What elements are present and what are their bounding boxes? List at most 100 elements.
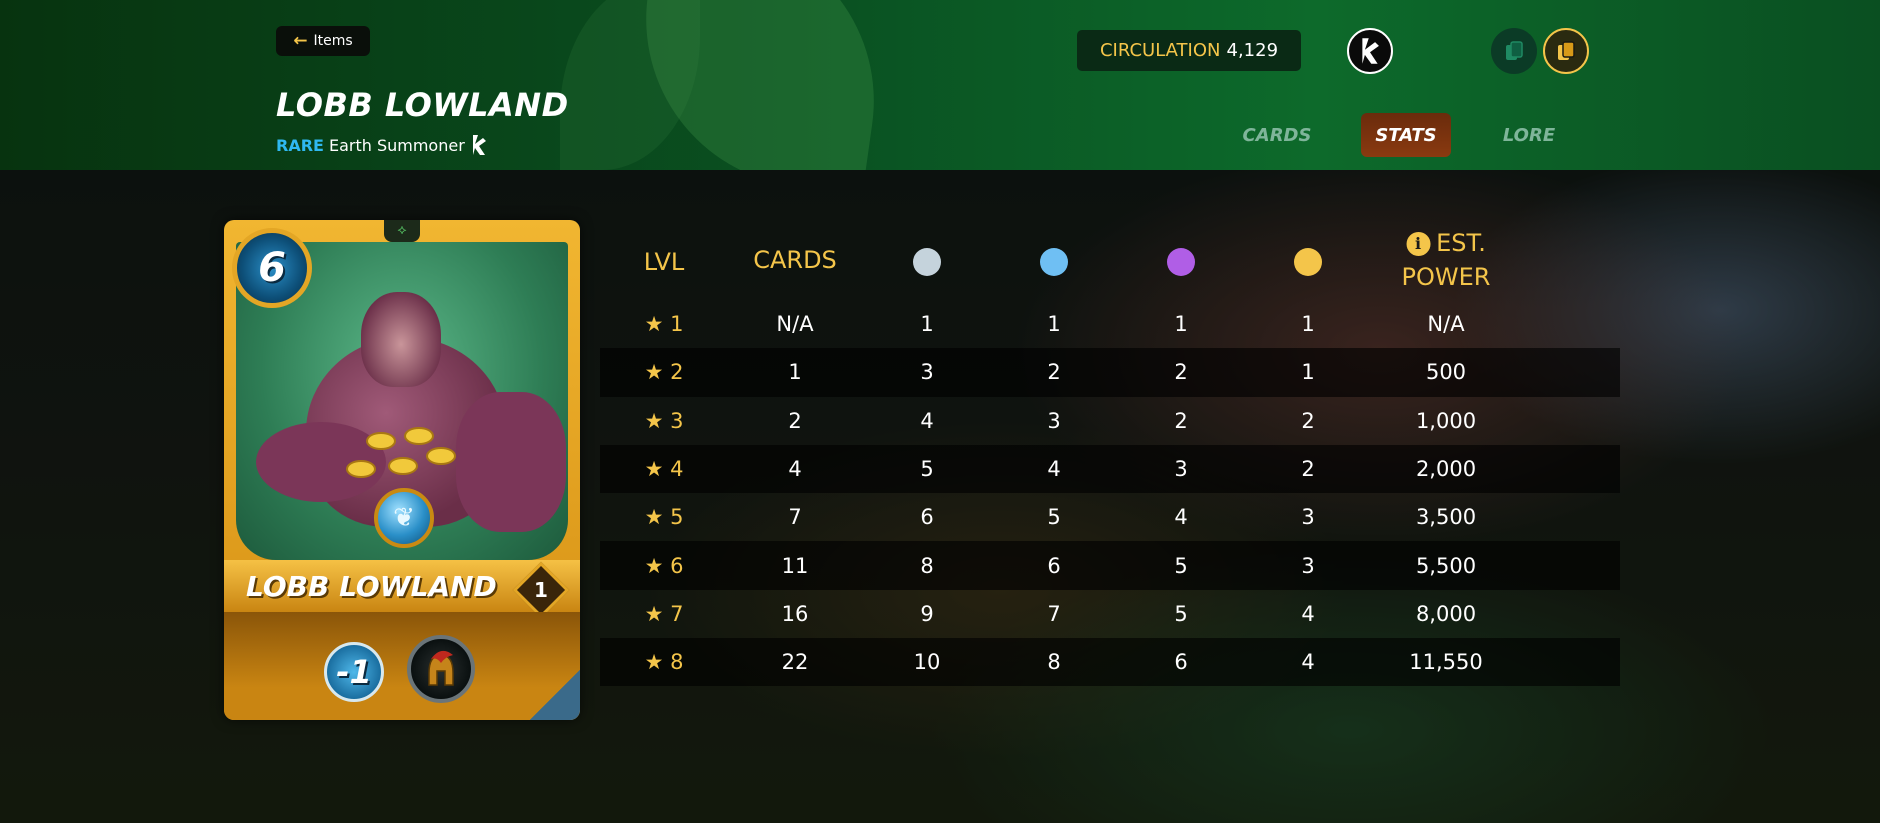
table-cell-cards: 16 bbox=[781, 601, 809, 626]
gold-coin bbox=[426, 447, 456, 465]
table-cell-cards: 1 bbox=[788, 360, 802, 385]
circulation-display: CIRCULATION 4,129 bbox=[1077, 30, 1301, 71]
table-cell-c: 3 bbox=[920, 360, 934, 385]
table-cell-cards: 4 bbox=[788, 457, 802, 482]
circulation-value: 4,129 bbox=[1226, 40, 1279, 61]
power-header-line2: POWER bbox=[1401, 263, 1491, 291]
table-cell-r: 8 bbox=[1047, 650, 1061, 675]
table-cell-e: 1 bbox=[1174, 312, 1188, 337]
summoner-card: ⟡ 6 ❦ LOBB LOWLAND 1 -1 bbox=[224, 220, 580, 720]
table-row: ★ 7 16 9 7 5 4 8,000 bbox=[600, 590, 1620, 638]
table-cell-r: 5 bbox=[1047, 505, 1061, 530]
table-cell-cards: 2 bbox=[788, 408, 802, 433]
table-row: ★ 8 22 10 8 6 4 11,550 bbox=[600, 638, 1620, 687]
table-cell-cards: N/A bbox=[776, 312, 814, 337]
gold-coin bbox=[388, 457, 418, 475]
helmet-icon bbox=[428, 650, 454, 686]
table-cell-power: 3,500 bbox=[1415, 505, 1477, 530]
table-cell-lvl: ★ 6 bbox=[644, 553, 684, 578]
table-row: ★ 6 11 8 6 5 3 5,500 bbox=[600, 541, 1620, 590]
card-stats-bar bbox=[224, 612, 580, 720]
table-cell-r: 3 bbox=[1047, 408, 1061, 433]
mana-cost-badge: 6 bbox=[232, 228, 312, 308]
table-cell-c: 8 bbox=[920, 553, 934, 578]
gold-coin bbox=[366, 432, 396, 450]
tab-cards[interactable]: CARDS bbox=[1232, 113, 1322, 157]
table-cell-l: 3 bbox=[1301, 553, 1315, 578]
chain-corner-decoration bbox=[530, 670, 580, 720]
table-row: ★ 3 2 4 3 2 2 1,000 bbox=[600, 397, 1620, 445]
header-bar: ← Items LOBB LOWLAND RARE Earth Summoner… bbox=[0, 0, 1880, 170]
spartan-helmet-icon bbox=[407, 635, 475, 703]
card-level-value: 1 bbox=[534, 578, 548, 602]
table-cell-r: 6 bbox=[1047, 553, 1061, 578]
table-cell-power: 11,550 bbox=[1409, 650, 1483, 675]
common-rarity-dot bbox=[913, 248, 941, 276]
table-cell-lvl: ★ 5 bbox=[644, 505, 684, 530]
rare-rarity-dot bbox=[1040, 248, 1068, 276]
table-row: ★ 1 N/A 1 1 1 1 N/A bbox=[600, 300, 1620, 348]
splinterlands-logo-icon bbox=[472, 135, 486, 155]
table-row: ★ 5 7 6 5 4 3 3,500 bbox=[600, 493, 1620, 541]
table-cell-e: 3 bbox=[1174, 457, 1188, 482]
table-cell-r: 1 bbox=[1047, 312, 1061, 337]
circulation-label: CIRCULATION bbox=[1099, 40, 1221, 61]
gold-coin bbox=[404, 427, 434, 445]
legendary-rarity-dot bbox=[1294, 248, 1322, 276]
card-name: LOBB LOWLAND bbox=[246, 570, 497, 603]
table-cell-lvl: ★ 3 bbox=[644, 408, 684, 433]
arrow-left-icon: ← bbox=[293, 30, 308, 51]
table-cell-cards: 22 bbox=[781, 650, 809, 675]
tab-stats[interactable]: STATS bbox=[1361, 113, 1451, 157]
table-cell-lvl: ★ 2 bbox=[644, 360, 684, 385]
gold-cards-icon bbox=[1558, 41, 1575, 60]
leaf-decoration bbox=[560, 0, 700, 170]
card-top-ornament: ⟡ bbox=[384, 220, 420, 242]
back-to-items-button[interactable]: ← Items bbox=[276, 26, 370, 56]
info-icon[interactable]: i bbox=[1406, 232, 1431, 256]
splinterlands-market-button[interactable] bbox=[1347, 28, 1393, 74]
table-cell-l: 2 bbox=[1301, 408, 1315, 433]
table-cell-l: 3 bbox=[1301, 505, 1315, 530]
table-row: ★ 2 1 3 2 2 1 500 bbox=[600, 348, 1620, 397]
table-cell-e: 2 bbox=[1174, 408, 1188, 433]
splinterlands-logo-icon bbox=[1362, 38, 1379, 64]
table-cell-r: 7 bbox=[1047, 601, 1061, 626]
tab-lore[interactable]: LORE bbox=[1484, 113, 1574, 157]
earth-element-icon: ❦ bbox=[374, 488, 434, 548]
table-cell-e: 6 bbox=[1174, 650, 1188, 675]
table-cell-power: 1,000 bbox=[1415, 408, 1477, 433]
table-cell-l: 4 bbox=[1301, 650, 1315, 675]
gold-cards-button[interactable] bbox=[1543, 28, 1589, 74]
gorilla-arm bbox=[456, 392, 566, 532]
power-header-line1: EST. bbox=[1436, 229, 1486, 257]
table-cell-l: 1 bbox=[1301, 312, 1315, 337]
table-cell-lvl: ★ 1 bbox=[644, 312, 684, 337]
table-header: LVL CARDS i EST. POWER bbox=[600, 226, 1620, 300]
table-cell-e: 4 bbox=[1174, 505, 1188, 530]
gold-coin bbox=[346, 460, 376, 478]
table-cell-lvl: ★ 7 bbox=[644, 601, 684, 626]
table-cell-r: 2 bbox=[1047, 360, 1061, 385]
table-cell-c: 10 bbox=[913, 650, 941, 675]
table-cell-c: 9 bbox=[920, 601, 934, 626]
table-body: ★ 1 N/A 1 1 1 1 N/A ★ 2 1 3 2 2 1 500 ★ 3 2 4 3 2 2 1,000 ★ 4… bbox=[600, 300, 1620, 687]
table-cell-c: 1 bbox=[920, 312, 934, 337]
armor-debuff-badge: -1 bbox=[324, 642, 384, 702]
table-cell-power: 5,500 bbox=[1415, 553, 1477, 578]
table-cell-l: 4 bbox=[1301, 601, 1315, 626]
back-button-label: Items bbox=[313, 33, 353, 49]
table-cell-c: 5 bbox=[920, 457, 934, 482]
table-row: ★ 4 4 5 4 3 2 2,000 bbox=[600, 444, 1620, 494]
table-cell-power: 8,000 bbox=[1415, 601, 1477, 626]
table-cell-cards: 11 bbox=[781, 553, 809, 578]
cards-stack-icon bbox=[1506, 41, 1523, 60]
table-cell-e: 5 bbox=[1174, 553, 1188, 578]
table-cell-power: N/A bbox=[1427, 312, 1465, 337]
card-collection-button[interactable] bbox=[1491, 28, 1537, 74]
gorilla-head bbox=[361, 292, 441, 387]
table-cell-r: 4 bbox=[1047, 457, 1061, 482]
card-subtitle: RARE Earth Summoner bbox=[276, 134, 488, 156]
table-cell-l: 1 bbox=[1301, 360, 1315, 385]
rarity-label: RARE bbox=[276, 135, 324, 155]
